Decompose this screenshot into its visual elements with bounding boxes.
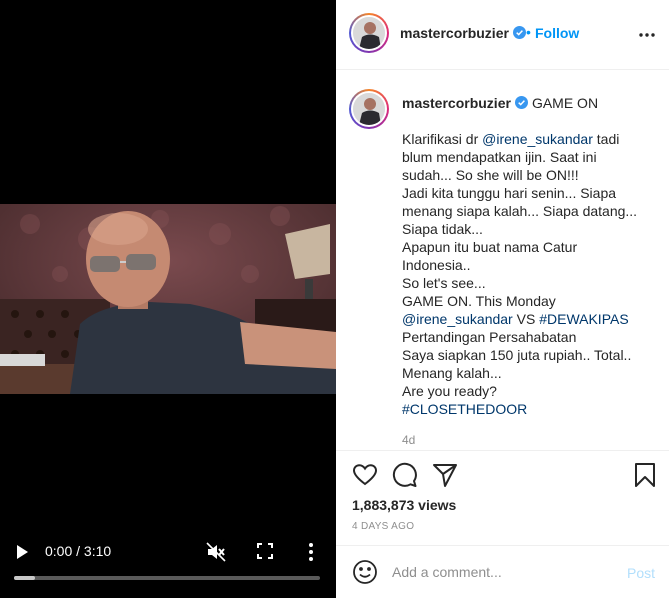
mention-link[interactable]: @irene_sukandar [482, 131, 593, 147]
username-text[interactable]: mastercorbuzier [400, 25, 509, 41]
bookmark-icon[interactable] [632, 462, 658, 488]
caption-text-segment: Jadi kita tunggu hari senin... Siapa [402, 185, 617, 201]
caption-text: Klarifikasi dr @irene_sukandar tadi blum … [402, 130, 662, 418]
avatar-photo [353, 93, 385, 125]
caption-text-segment: Siapa tidak... [402, 221, 483, 237]
caption-line: blum mendapatkan ijin. Saat ini [402, 148, 662, 166]
hashtag-link[interactable]: #DEWAKIPAS [539, 311, 628, 327]
caption-line: Siapa tidak... [402, 220, 662, 238]
video-still [0, 204, 336, 394]
caption-text-segment: sudah... So she will be ON!!! [402, 167, 579, 183]
caption-text-segment: Klarifikasi dr [402, 131, 483, 147]
video-progress-bar[interactable] [14, 576, 320, 580]
caption-text-segment: Saya siapkan 150 juta rupiah.. Total.. [402, 347, 632, 363]
caption-area: mastercorbuzier GAME ON Klarifikasi dr @i… [336, 71, 669, 449]
caption-text-segment: VS [512, 311, 540, 327]
caption-line: GAME ON. This Monday [402, 292, 662, 310]
caption-line: Saya siapkan 150 juta rupiah.. Total.. [402, 346, 662, 364]
caption-text-segment: menang siapa kalah... Siapa datang... [402, 203, 638, 219]
post-side-panel: mastercorbuzier • Follow mastercorbuzier… [336, 0, 669, 598]
avatar[interactable] [349, 13, 389, 53]
comment-bar: Post [336, 545, 669, 598]
comment-input[interactable] [392, 559, 612, 585]
caption-line: @irene_sukandar VS #DEWAKIPAS [402, 310, 662, 328]
caption-text-segment: GAME ON. This Monday [402, 293, 556, 309]
muted-icon[interactable] [206, 542, 226, 562]
caption-avatar[interactable] [349, 89, 389, 129]
post-button[interactable]: Post [627, 565, 655, 581]
video-frame[interactable] [0, 204, 336, 394]
caption-text-segment: tadi [592, 131, 620, 147]
caption-text-segment: Menang kalah... [402, 365, 502, 381]
caption-age: 4d [402, 433, 416, 447]
post-header: mastercorbuzier • Follow [336, 0, 669, 70]
follow-button[interactable]: Follow [535, 25, 579, 41]
avatar-photo [353, 17, 385, 49]
post-date: 4 DAYS AGO [352, 521, 415, 532]
caption-line: So let's see... [402, 274, 662, 292]
caption-text-segment: So let's see... [402, 275, 486, 291]
video-controls: 0:00 / 3:10 [0, 532, 336, 598]
caption-line: Jadi kita tunggu hari senin... Siapa [402, 184, 662, 202]
video-progress-fill [14, 576, 36, 580]
caption-line: #CLOSETHEDOOR [402, 400, 662, 418]
caption-line: Apapun itu buat nama Catur [402, 238, 662, 256]
caption-text-segment: Pertandingan Persahabatan [402, 329, 577, 345]
heart-icon[interactable] [352, 462, 378, 488]
fullscreen-icon[interactable] [256, 542, 274, 560]
hashtag-link[interactable]: #CLOSETHEDOOR [402, 401, 527, 417]
share-icon[interactable] [432, 462, 458, 488]
comment-icon[interactable] [392, 462, 418, 488]
caption-line: menang siapa kalah... Siapa datang... [402, 202, 662, 220]
video-time: 0:00 / 3:10 [45, 543, 112, 559]
caption-title: GAME ON [531, 95, 599, 111]
play-icon[interactable] [14, 544, 30, 560]
caption-text-segment: Are you ready? [402, 383, 497, 399]
view-count[interactable]: 1,883,873 views [352, 497, 456, 513]
separator-dot: • [526, 24, 531, 40]
caption-text-segment: Apapun itu buat nama Catur [402, 239, 578, 255]
post-actions: 1,883,873 views 4 DAYS AGO [336, 450, 669, 545]
more-horizontal-icon[interactable] [638, 26, 656, 44]
more-vertical-icon[interactable] [304, 542, 318, 562]
caption-line: Klarifikasi dr @irene_sukandar tadi [402, 130, 662, 148]
caption-line: Pertandingan Persahabatan [402, 328, 662, 346]
verified-icon [512, 26, 526, 39]
caption-line: Are you ready? [402, 382, 662, 400]
caption-username[interactable]: mastercorbuzier [402, 95, 511, 111]
verified-icon [514, 96, 528, 109]
caption-line: sudah... So she will be ON!!! [402, 166, 662, 184]
username[interactable]: mastercorbuzier [400, 25, 526, 41]
caption-text-segment: Indonesia.. [402, 257, 471, 273]
emoji-icon[interactable] [352, 559, 378, 585]
caption-line: Indonesia.. [402, 256, 662, 274]
caption-line: Menang kalah... [402, 364, 662, 382]
video-player[interactable]: 0:00 / 3:10 [0, 0, 336, 598]
caption-header: mastercorbuzier GAME ON [402, 95, 598, 111]
mention-link[interactable]: @irene_sukandar [402, 311, 513, 327]
caption-text-segment: blum mendapatkan ijin. Saat ini [402, 149, 597, 165]
